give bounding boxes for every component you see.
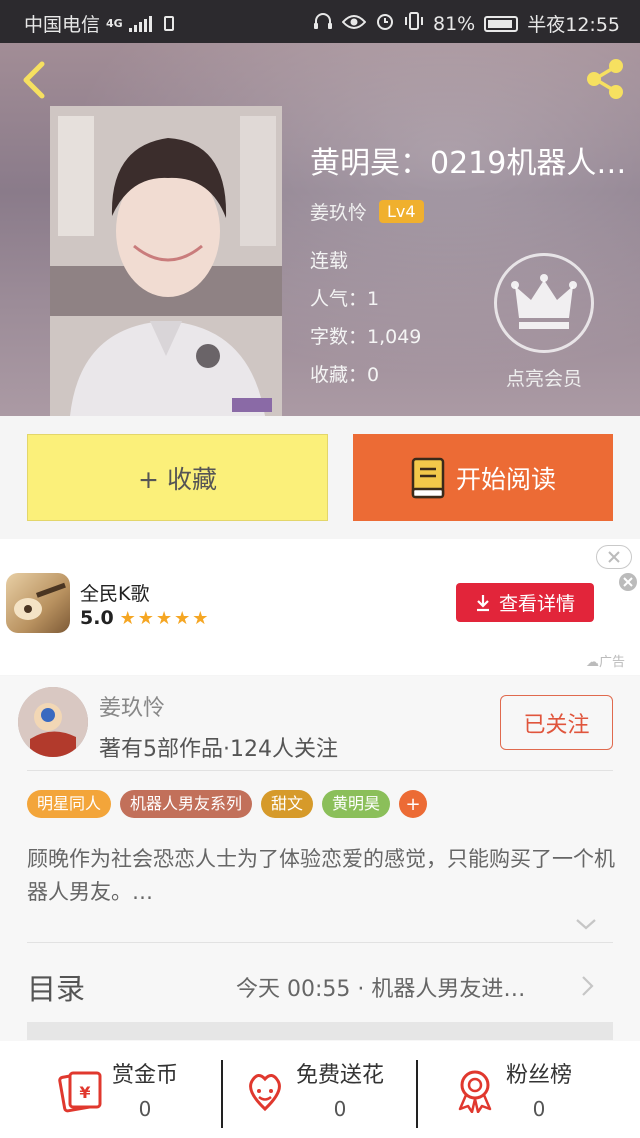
ad-rating-value: 5.0 (80, 607, 114, 629)
alarm-icon (375, 11, 395, 36)
vip-label: 点亮会员 (505, 368, 582, 390)
tag-item[interactable]: 机器人男友系列 (120, 790, 253, 818)
app-icon[interactable] (6, 573, 70, 633)
signal-icon (128, 15, 152, 32)
latest-chapter[interactable]: 今天 00:55 · 机器人男友进… (236, 971, 566, 1003)
back-button[interactable] (16, 58, 52, 102)
book-title: 黄明昊：0219机器人… (310, 146, 627, 181)
reward-coin-label: 赏金币 (112, 1063, 179, 1088)
favorites-stat: 收藏：0 (310, 364, 380, 386)
star-rating-icon: ★★★★★ (119, 607, 211, 629)
eye-icon (341, 13, 367, 35)
ad-rating: 5.0 ★★★★★ (80, 607, 210, 629)
follow-button[interactable]: 已关注 (500, 695, 613, 750)
book-cover-image[interactable] (50, 106, 282, 416)
crown-icon (511, 274, 577, 329)
favorite-button[interactable]: + 收藏 (27, 434, 328, 521)
fan-ranking-label: 粉丝榜 (506, 1063, 573, 1088)
author-avatar[interactable] (18, 687, 88, 757)
vibrate-icon (404, 11, 424, 36)
tag-list: 明星同人 机器人男友系列 甜文 黄明昊 + (27, 790, 428, 818)
send-flower-button[interactable]: 免费送花 0 (242, 1057, 384, 1127)
ad-dismiss-icon[interactable] (619, 573, 637, 591)
author-stats: 著有5部作品·124人关注 (99, 737, 338, 762)
share-button[interactable] (582, 57, 628, 101)
guitar-icon (14, 582, 66, 620)
close-icon (608, 551, 620, 563)
reward-coin-button[interactable]: ¥ 赏金币 0 (58, 1057, 178, 1127)
expand-description-button[interactable] (574, 916, 598, 932)
ad-details-button[interactable]: 查看详情 (456, 583, 594, 622)
coin-envelope-icon: ¥ (58, 1071, 102, 1113)
toc-label[interactable]: 目录 (27, 966, 85, 1008)
send-flower-count: 0 (333, 1097, 347, 1121)
cover-portrait (50, 106, 282, 416)
headset-icon (313, 12, 333, 35)
share-icon (587, 59, 623, 99)
svg-text:¥: ¥ (79, 1083, 90, 1102)
avatar-image (18, 687, 88, 757)
status-bar: 中国电信 4G 81% 半夜12:55 (0, 0, 640, 43)
ribbon-medal-icon (458, 1070, 492, 1113)
tag-item[interactable]: 明星同人 (27, 790, 112, 818)
add-tag-button[interactable]: + (399, 790, 428, 818)
book-author-row: 姜玖怜 Lv4 (310, 198, 424, 225)
ad-app-name: 全民K歌 (80, 583, 150, 605)
book-icon (411, 457, 445, 498)
fan-ranking-button[interactable]: 粉丝榜 0 (452, 1057, 572, 1127)
chevron-down-icon (576, 919, 596, 930)
ad-details-label: 查看详情 (498, 593, 575, 615)
ad-tag: ☁广告 (586, 655, 626, 670)
battery-percent: 81% (433, 12, 476, 35)
ad-close-button[interactable] (596, 545, 632, 569)
flower-icon (249, 1074, 281, 1112)
battery-icon (484, 15, 519, 32)
chevron-left-icon (23, 61, 45, 99)
divider (27, 942, 613, 943)
toc-open-button[interactable] (578, 974, 596, 998)
clock: 半夜12:55 (527, 14, 620, 36)
divider (27, 770, 613, 771)
chevron-right-icon (582, 976, 594, 996)
popularity-stat: 人气：1 (310, 288, 380, 310)
word-count-stat: 字数：1,049 (310, 326, 422, 348)
reward-coin-count: 0 (138, 1097, 152, 1121)
network-type: 4G (106, 17, 123, 30)
divider (416, 1060, 418, 1128)
section-separator (27, 1022, 613, 1040)
author-name[interactable]: 姜玖怜 (99, 690, 165, 722)
carrier-label: 中国电信 (24, 14, 101, 36)
send-flower-label: 免费送花 (296, 1063, 385, 1088)
book-description: 顾晚作为社会恐恋人士为了体验恋爱的感觉，只能购买了一个机器人男友。… (27, 847, 615, 904)
book-author[interactable]: 姜玖怜 (310, 198, 367, 225)
serial-status: 连载 (310, 250, 349, 272)
vip-button[interactable] (494, 253, 594, 353)
divider (221, 1060, 223, 1128)
start-reading-button[interactable]: 开始阅读 (353, 434, 613, 521)
fan-ranking-count: 0 (532, 1097, 546, 1121)
tag-item[interactable]: 甜文 (261, 790, 314, 818)
level-badge: Lv4 (379, 200, 424, 223)
start-reading-label: 开始阅读 (455, 464, 556, 494)
download-icon (476, 594, 489, 611)
tag-item[interactable]: 黄明昊 (322, 790, 391, 818)
sim-icon (163, 16, 174, 31)
